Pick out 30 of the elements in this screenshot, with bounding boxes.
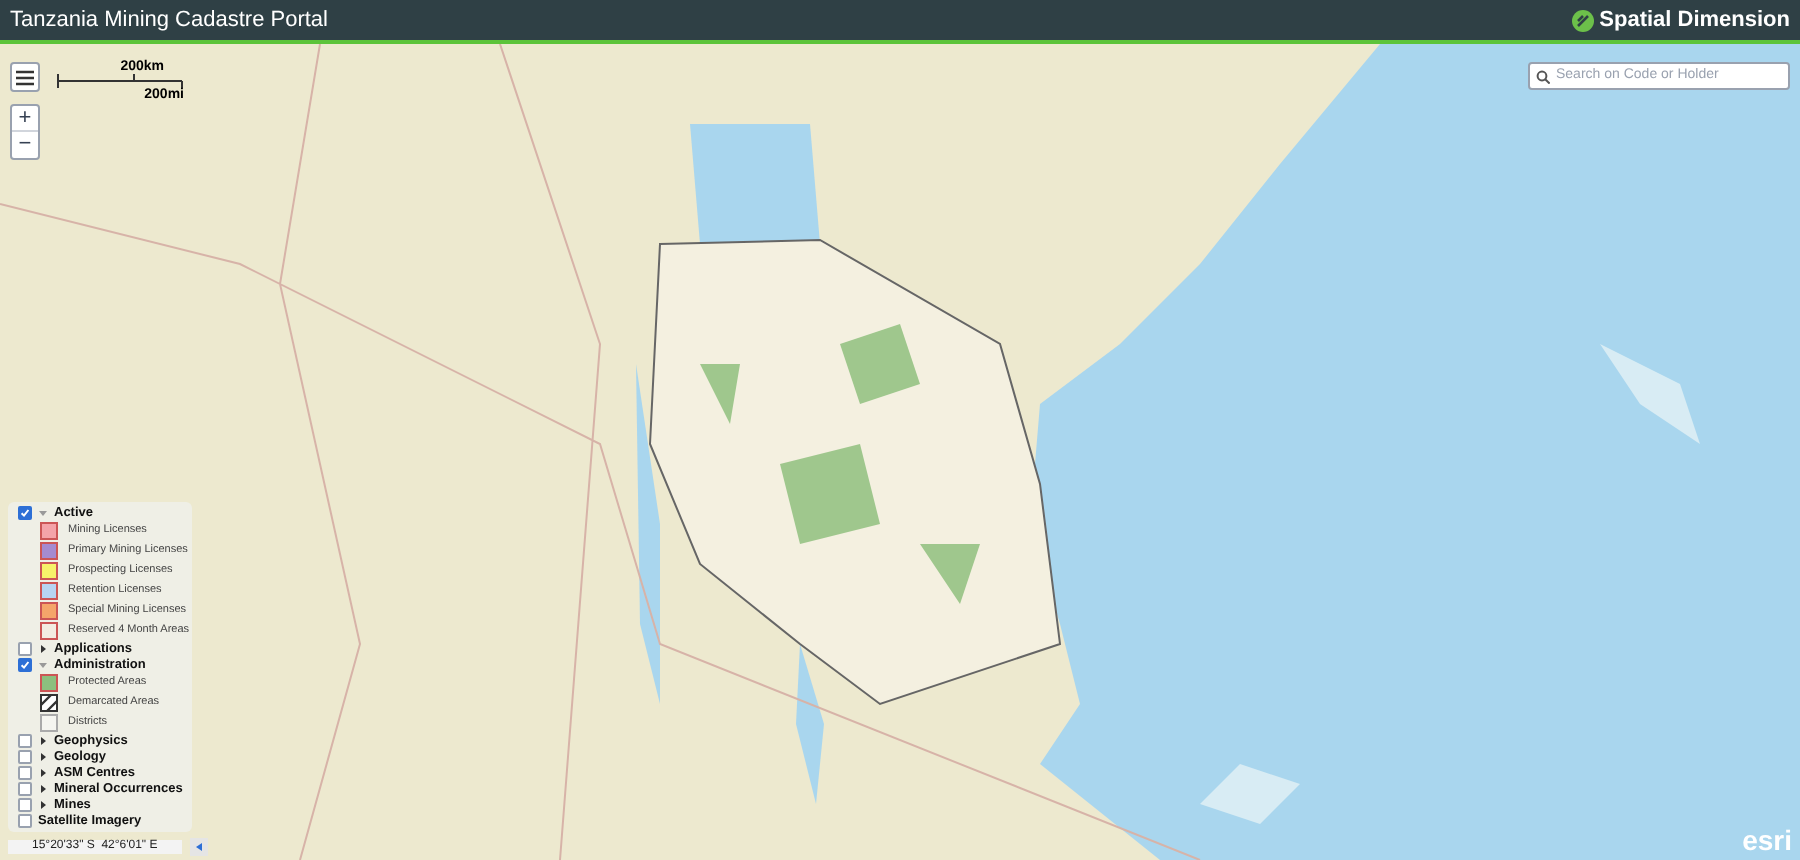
app-title: Tanzania Mining Cadastre Portal [10,5,328,36]
caret-right-icon[interactable] [38,784,48,794]
caret-down-icon[interactable] [38,660,48,670]
checkbox[interactable] [18,642,32,656]
brand-name: Spatial Dimension [1599,5,1790,36]
scale-bar-icon [56,74,184,88]
checkbox[interactable] [18,798,32,812]
checkbox[interactable] [18,814,32,828]
caret-right-icon[interactable] [38,768,48,778]
zoom-in-button[interactable]: + [12,106,38,132]
caret-down-icon[interactable] [38,508,48,518]
checkbox[interactable] [18,734,32,748]
caret-right-icon[interactable] [38,752,48,762]
check-icon [20,660,30,670]
menu-icon [16,69,34,85]
caret-right-icon[interactable] [38,800,48,810]
checkbox[interactable] [18,766,32,780]
checkbox[interactable] [18,506,32,520]
check-icon [20,508,30,518]
caret-right-icon[interactable] [38,644,48,654]
menu-button[interactable] [10,62,40,92]
caret-left-icon [193,842,204,852]
esri-logo: esri [1742,826,1792,854]
checkbox[interactable] [18,750,32,764]
caret-right-icon[interactable] [38,736,48,746]
leaf-logo-icon [1571,9,1594,31]
zoom-out-button[interactable]: − [12,132,38,158]
checkbox[interactable] [18,658,32,672]
search-icon [1536,69,1550,83]
checkbox[interactable] [18,782,32,796]
